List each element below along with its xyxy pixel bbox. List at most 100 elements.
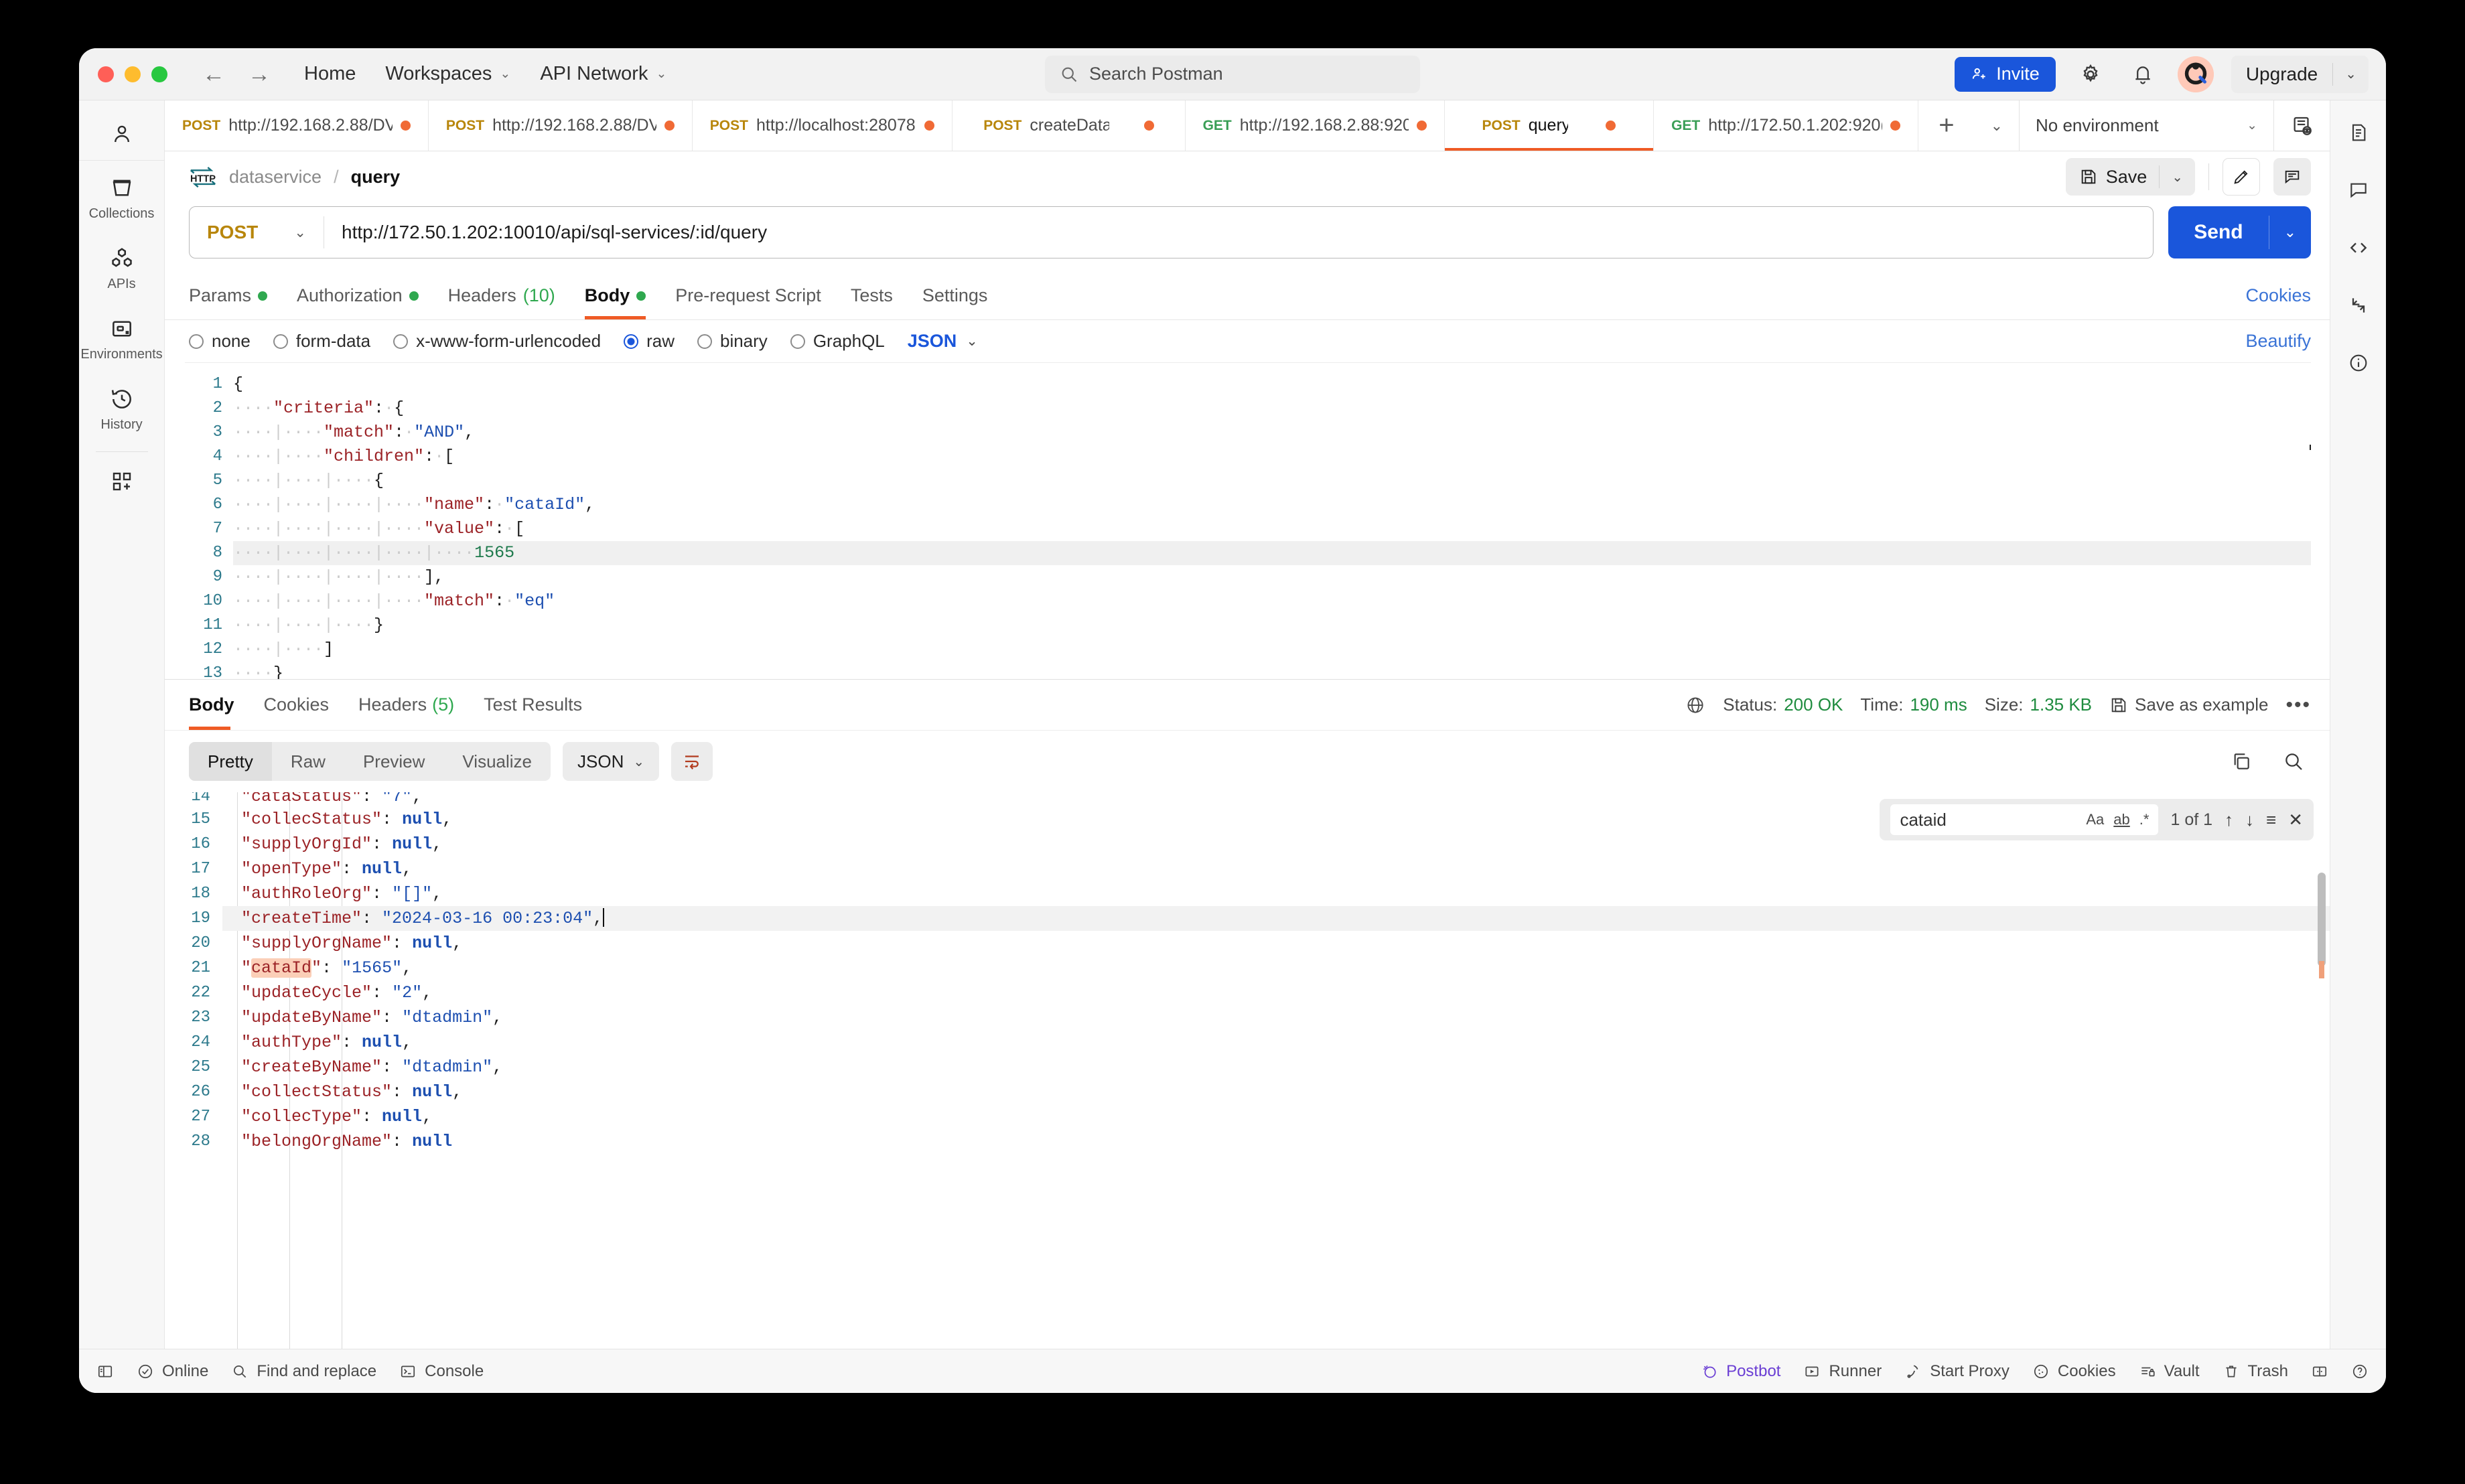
body-radio-none[interactable]: none — [189, 331, 251, 352]
code-line[interactable]: "updateByName": "dtadmin", — [222, 1005, 2330, 1030]
tab-item-active[interactable]: POST query — [1445, 100, 1654, 151]
find-previous-icon[interactable]: ↑ — [2225, 810, 2233, 830]
settings-button[interactable] — [2073, 57, 2108, 92]
tab-headers[interactable]: Headers (10) — [448, 272, 555, 319]
response-format-select[interactable]: JSON ⌄ — [563, 742, 659, 781]
response-body[interactable]: 141516171819202122232425262728 "cataStat… — [165, 792, 2330, 1349]
response-code-area[interactable]: "cataStatus": "7","collecStatus": null,"… — [222, 792, 2330, 1349]
tab-item[interactable]: GET http://192.168.2.88:920 — [1186, 100, 1445, 151]
send-button[interactable]: Send ⌄ — [2168, 206, 2311, 258]
body-radio-graphql[interactable]: GraphQL — [790, 331, 885, 352]
postbot-button[interactable]: Postbot — [1701, 1362, 1780, 1381]
code-line[interactable]: ····|····|····{ — [233, 469, 2311, 493]
new-tab-button[interactable]: + — [1918, 100, 1974, 151]
tab-settings[interactable]: Settings — [922, 272, 988, 319]
response-tab-cookies[interactable]: Cookies — [264, 680, 330, 730]
menu-api-network[interactable]: API Network ⌄ — [540, 63, 666, 85]
body-format-select[interactable]: JSON ⌄ — [908, 331, 978, 352]
code-line[interactable]: "cataId": "1565", — [222, 956, 2330, 980]
word-wrap-button[interactable] — [671, 742, 713, 781]
code-line[interactable]: ····|····|····|····"name":·"cataId", — [233, 493, 2311, 517]
window-controls[interactable] — [79, 66, 167, 82]
tab-item[interactable]: POST http://192.168.2.88/DV — [165, 100, 429, 151]
code-line[interactable]: { — [233, 372, 2311, 396]
trash-button[interactable]: Trash — [2223, 1362, 2288, 1381]
code-line[interactable]: ····|····|····|····"match":·"eq" — [233, 589, 2311, 613]
search-input[interactable]: Search Postman — [1089, 64, 1223, 84]
chevron-down-icon[interactable]: ⌄ — [2269, 224, 2311, 241]
find-next-icon[interactable]: ↓ — [2245, 810, 2254, 830]
forward-arrow-icon[interactable]: → — [248, 63, 271, 86]
code-line[interactable]: "authType": null, — [222, 1030, 2330, 1055]
view-mode-pretty[interactable]: Pretty — [189, 742, 272, 781]
upgrade-button[interactable]: Upgrade ⌄ — [2231, 56, 2369, 93]
code-line[interactable]: ····} — [233, 662, 2311, 679]
cookies-button[interactable]: Cookies — [2032, 1362, 2116, 1381]
copy-response-button[interactable] — [2224, 744, 2259, 779]
save-button[interactable]: Save ⌄ — [2066, 158, 2195, 196]
code-line[interactable]: "collectStatus": null, — [222, 1080, 2330, 1104]
search-response-button[interactable] — [2276, 744, 2311, 779]
tab-params[interactable]: Params — [189, 272, 267, 319]
find-list-icon[interactable]: ≡ — [2266, 810, 2276, 830]
view-mode-preview[interactable]: Preview — [344, 742, 443, 781]
help-button[interactable] — [2351, 1363, 2369, 1380]
sidebar-item-environments[interactable]: Environments — [79, 301, 164, 372]
minimize-window-button[interactable] — [125, 66, 141, 82]
vault-button[interactable]: Vault — [2139, 1362, 2200, 1381]
code-line[interactable]: ····|····|····} — [233, 613, 2311, 638]
code-line[interactable]: ····|····|····|····], — [233, 565, 2311, 589]
body-radio-form-data[interactable]: form-data — [273, 331, 370, 352]
tab-item[interactable]: GET http://172.50.1.202:920( — [1654, 100, 1918, 151]
panel-layout-button[interactable] — [2311, 1363, 2328, 1380]
code-line[interactable]: ····|····"children":·[ — [233, 445, 2311, 469]
tab-item[interactable]: POST http://192.168.2.88/DV — [429, 100, 693, 151]
sidebar-item-apis[interactable]: APIs — [79, 231, 164, 301]
sidebar-item-history[interactable]: History — [79, 372, 164, 442]
view-mode-visualize[interactable]: Visualize — [443, 742, 551, 781]
sidebar-item-new[interactable] — [79, 455, 164, 503]
code-line[interactable]: ····"criteria":·{ — [233, 396, 2311, 421]
save-as-example-button[interactable]: Save as example — [2109, 694, 2268, 715]
code-line[interactable]: "createByName": "dtadmin", — [222, 1055, 2330, 1080]
invite-button[interactable]: Invite — [1955, 57, 2056, 92]
tab-item[interactable]: POST createData — [953, 100, 1185, 151]
tab-overflow-button[interactable]: ⌄ — [1975, 100, 2019, 151]
beautify-button[interactable]: Beautify — [2245, 331, 2311, 352]
response-more-button[interactable]: ••• — [2285, 694, 2311, 717]
response-tab-body[interactable]: Body — [189, 680, 234, 730]
code-line[interactable]: "createTime": "2024-03-16 00:23:04", — [222, 906, 2330, 931]
regex-icon[interactable]: .* — [2139, 811, 2150, 828]
match-case-icon[interactable]: Aa — [2086, 811, 2104, 828]
avatar[interactable] — [2178, 56, 2214, 92]
view-mode-raw[interactable]: Raw — [272, 742, 344, 781]
find-input-wrap[interactable]: cataid Aa ab .* — [1890, 804, 2158, 835]
code-line[interactable]: "updateCycle": "2", — [222, 980, 2330, 1005]
maximize-window-button[interactable] — [151, 66, 167, 82]
environment-quick-look-button[interactable] — [2273, 100, 2330, 151]
find-input[interactable]: cataid — [1900, 810, 1946, 830]
tab-pre-request-script[interactable]: Pre-request Script — [675, 272, 821, 319]
response-tab-headers[interactable]: Headers (5) — [358, 680, 454, 730]
code-line[interactable]: ····|····|····|····"value":·[ — [233, 517, 2311, 541]
http-method-select[interactable]: POST ⌄ — [190, 222, 324, 243]
code-line[interactable]: "collecType": null, — [222, 1104, 2330, 1129]
chevron-down-icon[interactable]: ⌄ — [2160, 169, 2195, 186]
edit-request-button[interactable] — [2223, 158, 2260, 196]
code-line[interactable]: ····|····"match":·"AND", — [233, 421, 2311, 445]
menu-workspaces[interactable]: Workspaces ⌄ — [385, 63, 510, 85]
environment-selector[interactable]: No environment ⌄ — [2019, 100, 2273, 151]
code-line[interactable]: ····|····|····|····|····1565 — [233, 541, 2311, 565]
code-line[interactable]: "belongOrgName": null — [222, 1129, 2330, 1154]
chevron-down-icon[interactable]: ⌄ — [2333, 66, 2369, 82]
comments-icon[interactable] — [2341, 173, 2376, 208]
request-code-area[interactable]: {····"criteria":·{····|····"match":·"AND… — [233, 363, 2311, 679]
code-line[interactable]: "supplyOrgName": null, — [222, 931, 2330, 956]
tab-tests[interactable]: Tests — [851, 272, 893, 319]
cookies-link[interactable]: Cookies — [2245, 285, 2311, 306]
breadcrumb-request[interactable]: query — [351, 167, 401, 188]
runner-button[interactable]: Runner — [1803, 1362, 1882, 1381]
code-line[interactable]: ····|····] — [233, 638, 2311, 662]
body-radio-binary[interactable]: binary — [697, 331, 768, 352]
code-icon[interactable] — [2341, 230, 2376, 265]
